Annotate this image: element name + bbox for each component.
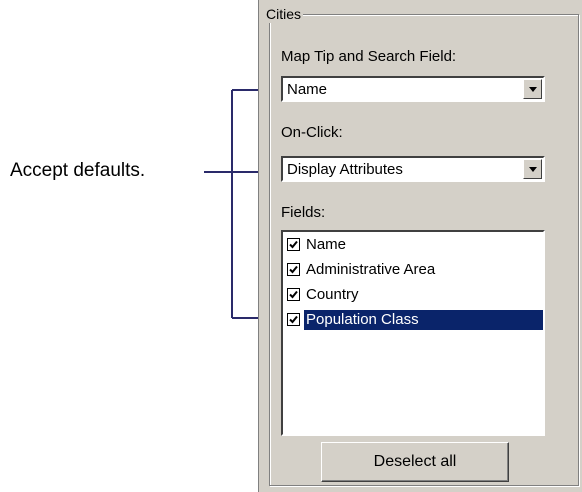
checkmark-icon: [289, 265, 298, 274]
map-tip-label: Map Tip and Search Field:: [281, 48, 457, 65]
fields-list[interactable]: Name Administrative Area Country Populat…: [281, 230, 545, 436]
on-click-dropdown[interactable]: Display Attributes: [281, 156, 545, 182]
list-item[interactable]: Administrative Area: [283, 257, 543, 282]
on-click-label: On-Click:: [281, 124, 343, 141]
deselect-all-button[interactable]: Deselect all: [321, 442, 509, 482]
field-label: Population Class: [304, 309, 543, 330]
field-checkbox[interactable]: [287, 238, 300, 251]
chevron-down-icon: [528, 166, 537, 172]
list-item-selected[interactable]: Population Class: [283, 307, 543, 332]
checkmark-icon: [289, 290, 298, 299]
field-checkbox[interactable]: [287, 313, 300, 326]
field-checkbox[interactable]: [287, 263, 300, 276]
field-checkbox[interactable]: [287, 288, 300, 301]
checkmark-icon: [289, 315, 298, 324]
group-title: Cities: [264, 5, 304, 23]
field-label: Name: [306, 235, 347, 253]
field-label: Administrative Area: [306, 260, 436, 278]
checkmark-icon: [289, 240, 298, 249]
fields-label: Fields:: [281, 204, 326, 221]
list-item[interactable]: Country: [283, 282, 543, 307]
map-tip-dropdown-button[interactable]: [523, 79, 542, 99]
on-click-value: Display Attributes: [287, 161, 403, 178]
map-tip-value: Name: [287, 81, 328, 98]
field-label: Country: [306, 285, 359, 303]
chevron-down-icon: [528, 86, 537, 92]
settings-panel: Cities Map Tip and Search Field: Name On…: [258, 0, 582, 492]
callout-bracket: [204, 89, 278, 319]
map-tip-dropdown[interactable]: Name: [281, 76, 545, 102]
list-item[interactable]: Name: [283, 232, 543, 257]
on-click-dropdown-button[interactable]: [523, 159, 542, 179]
